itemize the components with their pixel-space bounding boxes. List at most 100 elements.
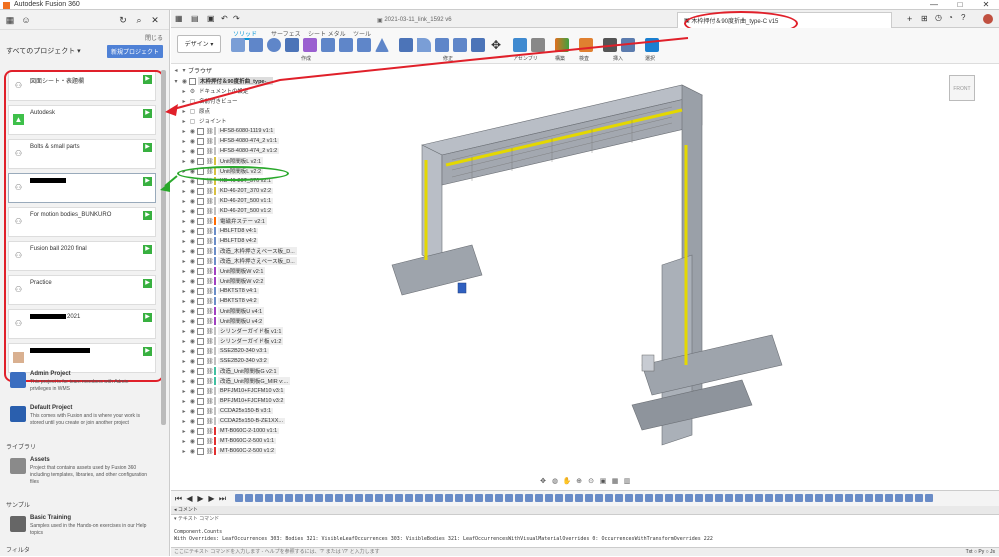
library-item-assets[interactable]: Assets Project that contains assets used… (6, 456, 158, 496)
grid-menu-icon[interactable]: ▦ (4, 14, 16, 26)
expand-arrow-icon[interactable]: ▸ (180, 208, 188, 215)
expand-arrow-icon[interactable]: ▸ (180, 158, 188, 165)
group-insert[interactable]: 挿入 (613, 55, 623, 62)
timeline-feature-icon[interactable] (825, 494, 833, 502)
extensions-icon[interactable]: ⊞ (921, 14, 928, 23)
visibility-eye-icon[interactable]: ◉ (188, 148, 197, 155)
visibility-eye-icon[interactable]: ◉ (188, 358, 197, 365)
timeline-feature-icon[interactable] (645, 494, 653, 502)
timeline-feature-icon[interactable] (235, 494, 243, 502)
3d-viewport[interactable]: FRONT (322, 65, 999, 467)
timeline-feature-icon[interactable] (775, 494, 783, 502)
timeline-feature-icon[interactable] (435, 494, 443, 502)
timeline-feature-icon[interactable] (295, 494, 303, 502)
visibility-eye-icon[interactable]: ◉ (188, 268, 197, 275)
browser-component-row[interactable]: ▸ ◉ ⛓ HBLFTD8 v4:2 (172, 236, 322, 246)
filter-label[interactable]: フィルタ (6, 545, 30, 554)
maximize-button[interactable]: □ (947, 0, 973, 10)
visibility-eye-icon[interactable]: ◉ (188, 228, 197, 235)
undo-icon[interactable]: ↶ (221, 14, 228, 23)
box-icon[interactable] (321, 38, 335, 52)
timeline-feature-icon[interactable] (925, 494, 933, 502)
timeline-feature-icon[interactable] (395, 494, 403, 502)
timeline-feature-icon[interactable] (365, 494, 373, 502)
browser-folder[interactable]: ▸ ▢ 原点 (172, 106, 322, 116)
timeline-feature-icon[interactable] (835, 494, 843, 502)
expand-arrow-icon[interactable]: ▸ (180, 238, 188, 245)
expand-arrow-icon[interactable]: ▸ (180, 228, 188, 235)
step-forward-icon[interactable]: ▶ (207, 494, 216, 504)
timeline-feature-icon[interactable] (275, 494, 283, 502)
expand-arrow-icon[interactable]: ▸ (180, 388, 188, 395)
visibility-eye-icon[interactable]: ◉ (188, 188, 197, 195)
minimize-button[interactable]: — (921, 0, 947, 10)
browser-component-row[interactable]: ▸ ◉ ⛓ HFS8-4080-474_2 v1:2 (172, 146, 322, 156)
visibility-eye-icon[interactable]: ◉ (188, 298, 197, 305)
timeline-feature-icon[interactable] (805, 494, 813, 502)
timeline-feature-icon[interactable] (705, 494, 713, 502)
zoom-icon[interactable]: ⊕ (574, 477, 584, 487)
data-panel-scrollbar[interactable] (161, 70, 166, 425)
tab-tools[interactable]: ツール (353, 29, 371, 38)
browser-folder[interactable]: ▸ ▢ 名前付きビュー (172, 96, 322, 106)
timeline-feature-icon[interactable] (535, 494, 543, 502)
user-icon[interactable]: ☺ (20, 14, 32, 26)
fit-icon[interactable]: ⊙ (586, 477, 596, 487)
expand-arrow-icon[interactable]: ▸ (180, 328, 188, 335)
go-to-start-icon[interactable]: ⏮ (174, 494, 183, 504)
insert-icon[interactable] (603, 38, 617, 52)
pattern-icon[interactable] (357, 38, 371, 52)
timeline-feature-icon[interactable] (765, 494, 773, 502)
joint-icon[interactable] (531, 38, 545, 52)
timeline-feature-icon[interactable] (665, 494, 673, 502)
browser-component-row[interactable]: ▸ ◉ ⛓ SSE2B20-340 v3:2 (172, 356, 322, 366)
browser-component-row[interactable]: ▸ ◉ ⛓ Unit隙間板U v4:2 (172, 316, 322, 326)
visibility-eye-icon[interactable]: ◉ (188, 368, 197, 375)
timeline-feature-icon[interactable] (685, 494, 693, 502)
timeline-feature-icon[interactable] (245, 494, 253, 502)
visibility-eye-icon[interactable]: ◉ (188, 388, 197, 395)
timeline-feature-icon[interactable] (735, 494, 743, 502)
comments-bar[interactable]: ◂ コメント (171, 506, 999, 514)
group-modify[interactable]: 修正 (443, 55, 453, 62)
timeline-feature-icon[interactable] (655, 494, 663, 502)
expand-arrow-icon[interactable]: ▸ (180, 268, 188, 275)
visibility-eye-icon[interactable]: ◉ (188, 338, 197, 345)
expand-arrow-icon[interactable]: ▸ (180, 188, 188, 195)
visibility-eye-icon[interactable]: ◉ (188, 238, 197, 245)
browser-component-row[interactable]: ▸ ◉ ⛓ CCDA25x150-B-ZE1XX... (172, 416, 322, 426)
timeline-feature-icon[interactable] (505, 494, 513, 502)
tab-document[interactable]: ▣ 2021-03-11_link_1592 v6 (371, 12, 571, 28)
new-sketch-icon[interactable] (231, 38, 245, 52)
browser-component-row[interactable]: ▸ ◉ ⛓ CCDA25x150-B v3:1 (172, 406, 322, 416)
timeline-feature-icon[interactable] (565, 494, 573, 502)
timeline-feature-icon[interactable] (865, 494, 873, 502)
browser-component-row[interactable]: ▸ ◉ ⛓ HBKTST8 v4:2 (172, 296, 322, 306)
expand-arrow-icon[interactable]: ▸ (180, 128, 188, 135)
visibility-eye-icon[interactable]: ◉ (188, 448, 197, 455)
expand-arrow-icon[interactable]: ▸ (180, 278, 188, 285)
measure-icon[interactable] (579, 38, 593, 52)
look-at-icon[interactable]: ◍ (550, 477, 560, 487)
timeline-feature-icon[interactable] (335, 494, 343, 502)
visibility-eye-icon[interactable]: ◉ (188, 198, 197, 205)
expand-arrow-icon[interactable]: ▸ (180, 298, 188, 305)
visibility-eye-icon[interactable]: ◉ (188, 138, 197, 145)
expand-arrow-icon[interactable]: ▸ (180, 258, 188, 265)
visibility-eye-icon[interactable]: ◉ (188, 408, 197, 415)
visibility-eye-icon[interactable]: ◉ (188, 318, 197, 325)
timeline-feature-icon[interactable] (875, 494, 883, 502)
visibility-eye-icon[interactable]: ◉ (188, 258, 197, 265)
avatar[interactable] (983, 14, 993, 24)
timeline-feature-icon[interactable] (755, 494, 763, 502)
visibility-eye-icon[interactable]: ◉ (188, 418, 197, 425)
browser-component-row[interactable]: ▸ ◉ ⛓ SSE2B20-340 v3:1 (172, 346, 322, 356)
workspace-switcher[interactable]: デザイン ▾ (177, 35, 221, 53)
timeline-feature-icon[interactable] (355, 494, 363, 502)
expand-arrow-icon[interactable]: ▸ (180, 248, 188, 255)
timeline-feature-icon[interactable] (905, 494, 913, 502)
browser-component-row[interactable]: ▸ ◉ ⛓ シリンダーガイド板 v1:2 (172, 336, 322, 346)
expand-arrow-icon[interactable]: ▸ (180, 418, 188, 425)
close-button[interactable]: ✕ (973, 0, 999, 10)
visibility-eye-icon[interactable]: ◉ (188, 348, 197, 355)
